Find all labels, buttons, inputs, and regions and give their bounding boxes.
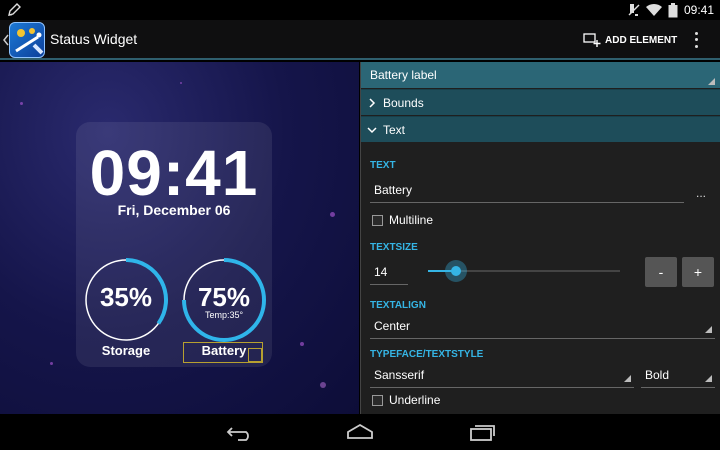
add-element-button[interactable]: ADD ELEMENT: [583, 28, 677, 52]
battery-icon: [668, 2, 678, 17]
underline-checkbox[interactable]: [372, 395, 383, 406]
widget-clock: 09:41: [89, 137, 259, 209]
element-select[interactable]: Battery label: [361, 62, 720, 88]
textalign-heading: TEXTALIGN: [370, 300, 426, 311]
textsize-minus-button[interactable]: -: [645, 257, 677, 287]
battery-gauge: 75% Temp:35°: [182, 258, 266, 342]
textsize-heading: TEXTSIZE: [370, 242, 418, 253]
textalign-select[interactable]: Center: [370, 319, 715, 339]
textstyle-value: Bold: [645, 368, 670, 382]
mute-icon: [628, 4, 640, 16]
textsize-input[interactable]: 14: [370, 265, 408, 285]
section-bounds[interactable]: Bounds: [361, 89, 720, 115]
multiline-checkbox[interactable]: [372, 215, 383, 226]
battery-percent: 75%: [197, 282, 251, 312]
text-heading: TEXT: [370, 160, 396, 171]
dropdown-arrow-icon: [705, 326, 712, 333]
section-text[interactable]: Text: [361, 116, 720, 142]
chevron-down-icon: [367, 127, 377, 134]
dropdown-arrow-icon: [705, 375, 712, 382]
textsize-slider[interactable]: [428, 260, 620, 282]
textalign-value: Center: [374, 319, 411, 333]
storage-gauge: 35%: [84, 258, 168, 342]
chevron-right-icon: [369, 98, 376, 108]
multiline-label: Multiline: [389, 213, 434, 227]
typeface-heading: TYPEFACE/TEXTSTYLE: [370, 349, 484, 360]
app-icon[interactable]: [9, 22, 45, 58]
widget-preview: 09:41 Fri, December 06 35% Storage 75% T…: [0, 62, 359, 414]
storage-percent: 35%: [99, 282, 153, 312]
storage-label: Storage: [101, 343, 151, 358]
add-element-icon: [583, 33, 601, 47]
underline-label: Underline: [389, 393, 441, 407]
widget-app-icon: [15, 28, 44, 55]
home-icon[interactable]: [345, 422, 375, 442]
wifi-icon: [645, 3, 662, 16]
navigation-bar: [0, 414, 720, 450]
recent-apps-icon[interactable]: [467, 422, 497, 442]
property-panel: Battery label Bounds Text TEXT Battery .…: [360, 62, 720, 414]
widget-date: Fri, December 06: [117, 202, 231, 218]
resize-handle[interactable]: [248, 348, 262, 362]
textsize-plus-button[interactable]: +: [682, 257, 714, 287]
add-element-label: ADD ELEMENT: [605, 34, 678, 46]
typeface-select[interactable]: Sansserif: [370, 368, 634, 388]
section-bounds-label: Bounds: [383, 96, 424, 110]
app-title: Status Widget: [50, 31, 138, 47]
text-more-button[interactable]: ...: [696, 186, 706, 200]
dropdown-arrow-icon: [708, 78, 715, 85]
edit-pencil-icon: [8, 3, 21, 16]
status-time: 09:41: [683, 3, 714, 17]
status-bar: 09:41: [0, 0, 720, 20]
typeface-value: Sansserif: [374, 368, 425, 382]
section-text-label: Text: [383, 123, 406, 137]
status-widget: 09:41 Fri, December 06 35% Storage 75% T…: [76, 122, 272, 367]
battery-temp: Temp:35°: [204, 310, 244, 320]
action-bar: Status Widget ADD ELEMENT: [0, 20, 720, 60]
textsize-slider-thumb[interactable]: [445, 260, 467, 282]
text-value-input[interactable]: Battery: [370, 183, 684, 203]
element-select-value: Battery label: [370, 68, 437, 82]
dropdown-arrow-icon: [624, 375, 631, 382]
textstyle-select[interactable]: Bold: [641, 368, 715, 388]
status-icons: 09:41: [628, 2, 714, 18]
back-icon[interactable]: [224, 422, 254, 442]
overflow-menu-icon[interactable]: [690, 30, 702, 50]
